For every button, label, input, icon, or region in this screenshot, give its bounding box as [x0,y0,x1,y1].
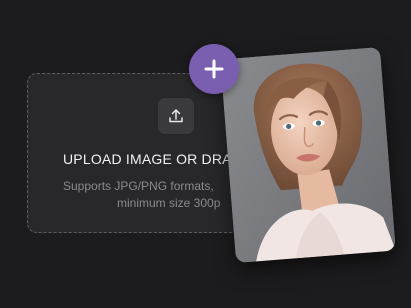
add-image-button[interactable] [189,44,239,94]
plus-icon [204,59,224,79]
portrait-image [220,47,396,263]
upload-icon [169,109,183,123]
preview-photo [220,47,396,263]
upload-title: UPLOAD IMAGE OR DRA [63,151,232,167]
upload-button[interactable] [158,98,194,134]
